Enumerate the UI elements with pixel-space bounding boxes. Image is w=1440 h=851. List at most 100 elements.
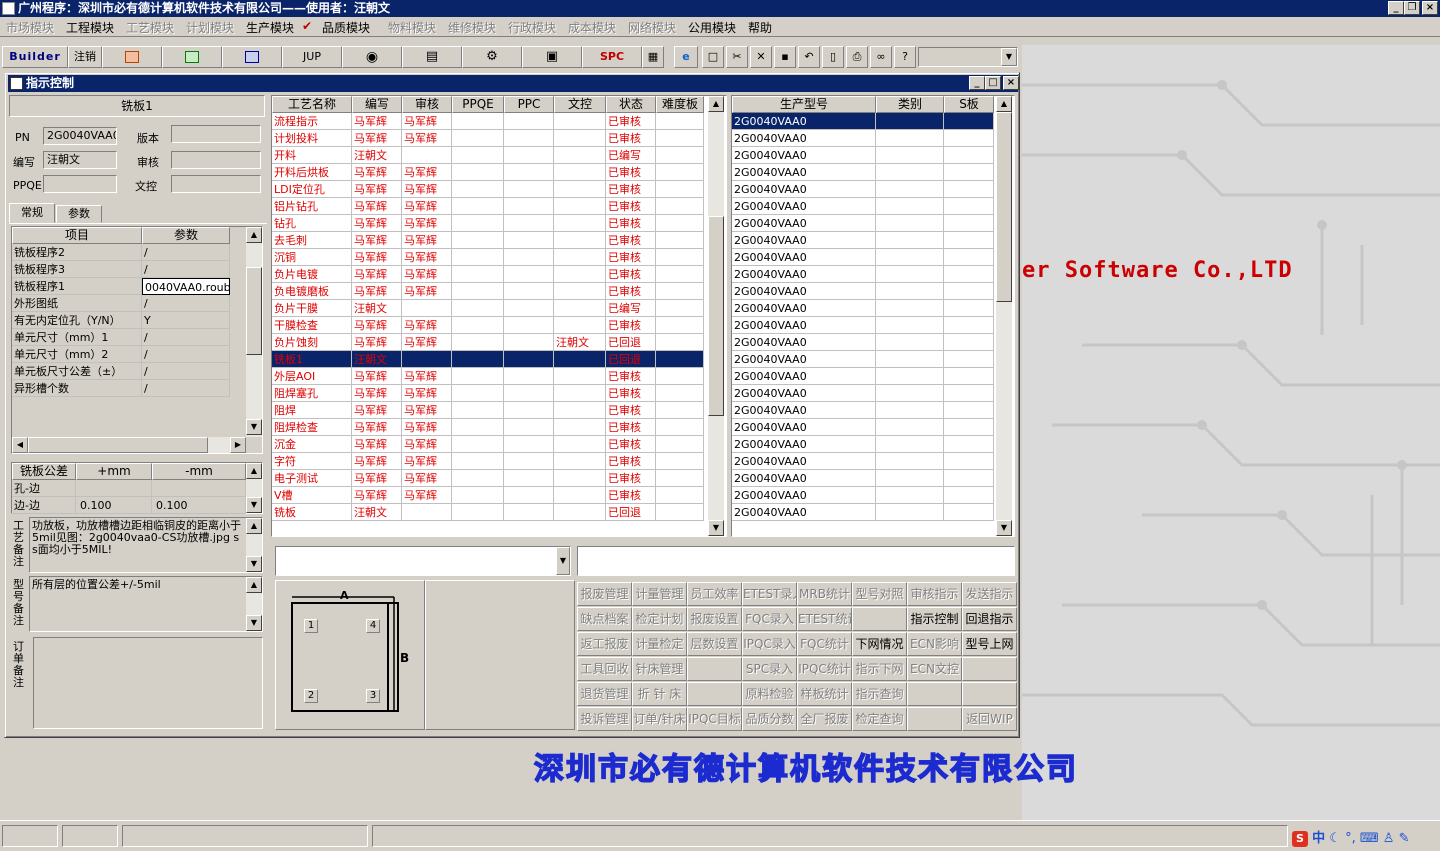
- ie-button[interactable]: e: [674, 46, 698, 68]
- builder-button[interactable]: Builder: [2, 46, 68, 68]
- print-button[interactable]: ⎙: [846, 46, 868, 68]
- model-row[interactable]: 2G0040VAA0: [732, 283, 994, 300]
- param-value[interactable]: /: [142, 346, 230, 363]
- model-note-scrollbar[interactable]: ▲ ▼: [246, 577, 262, 631]
- module-button[interactable]: 针床管理: [632, 657, 687, 681]
- menu-3[interactable]: 计划模块: [186, 19, 234, 36]
- module-button[interactable]: ETEST录入: [742, 582, 797, 606]
- keyboard-icon[interactable]: ⌨: [1360, 831, 1379, 846]
- param-row[interactable]: 铣板程序2/: [12, 244, 246, 261]
- pn-field[interactable]: 2G0040VAA0: [43, 127, 117, 145]
- menu-12[interactable]: 帮助: [748, 19, 772, 36]
- author-field[interactable]: 汪朝文: [43, 151, 117, 169]
- model-row[interactable]: 2G0040VAA0: [732, 487, 994, 504]
- scroll-down-icon[interactable]: ▼: [996, 520, 1012, 536]
- process-row[interactable]: V槽 马军辉 马军辉 已审核: [272, 487, 704, 504]
- minimize-button[interactable]: _: [1388, 1, 1404, 15]
- tolerance-row[interactable]: 孔-边: [12, 480, 246, 497]
- calculator-button[interactable]: ▦: [642, 46, 664, 68]
- ppqe-field[interactable]: [43, 175, 117, 193]
- model-row[interactable]: 2G0040VAA0: [732, 113, 994, 130]
- process-row[interactable]: 负片电镀 马军辉 马军辉 已审核: [272, 266, 704, 283]
- scroll-thumb[interactable]: [246, 267, 262, 355]
- process-combo[interactable]: ▼: [275, 546, 571, 576]
- param-row[interactable]: 铣板程序1 0040VAA0.roubk: [12, 278, 246, 295]
- param-value[interactable]: Y: [142, 312, 230, 329]
- param-row[interactable]: 铣板程序3/: [12, 261, 246, 278]
- menu-9[interactable]: 成本模块: [568, 19, 616, 36]
- menu-6[interactable]: 物料模块: [388, 19, 436, 36]
- tab-general[interactable]: 常规: [9, 203, 55, 223]
- model-row[interactable]: 2G0040VAA0: [732, 317, 994, 334]
- view-button[interactable]: ◉: [342, 46, 402, 68]
- model-row[interactable]: 2G0040VAA0: [732, 164, 994, 181]
- module-button[interactable]: 返工报废: [577, 632, 632, 656]
- excel-button[interactable]: [162, 46, 222, 68]
- process-row[interactable]: 开料 汪朝文 已编写: [272, 147, 704, 164]
- tolerance-row[interactable]: 边-边 0.100 0.100: [12, 497, 246, 514]
- model-row[interactable]: 2G0040VAA0: [732, 232, 994, 249]
- module-button[interactable]: 计量管理: [632, 582, 687, 606]
- doc-control-field[interactable]: [171, 175, 261, 193]
- logout-button[interactable]: 注销: [68, 46, 102, 68]
- module-button[interactable]: FQC统计: [797, 632, 852, 656]
- restore-button[interactable]: ❐: [1404, 1, 1420, 15]
- process-row[interactable]: 阻焊检查 马军辉 马军辉 已审核: [272, 419, 704, 436]
- module-button[interactable]: 发送指示: [962, 582, 1017, 606]
- param-value[interactable]: 0040VAA0.roubk: [142, 278, 230, 295]
- process-header-3[interactable]: PPQE: [452, 96, 504, 113]
- param-value[interactable]: /: [142, 295, 230, 312]
- module-button[interactable]: 计量检定: [632, 632, 687, 656]
- process-row[interactable]: 阻焊塞孔 马军辉 马军辉 已审核: [272, 385, 704, 402]
- help-button[interactable]: ?: [894, 46, 916, 68]
- scroll-right-icon[interactable]: ▶: [230, 437, 246, 453]
- order-note-field[interactable]: [33, 637, 263, 729]
- menu-11[interactable]: 公用模块: [688, 19, 736, 36]
- module-button[interactable]: IPQC目标: [687, 707, 742, 731]
- note-scrollbar[interactable]: ▲ ▼: [246, 518, 262, 572]
- module-button[interactable]: 样板统计: [797, 682, 852, 706]
- module-button[interactable]: 下网情况: [852, 632, 907, 656]
- window-maximize-button[interactable]: □: [985, 76, 1001, 90]
- model-row[interactable]: 2G0040VAA0: [732, 266, 994, 283]
- model-row[interactable]: 2G0040VAA0: [732, 402, 994, 419]
- menu-7[interactable]: 维修模块: [448, 19, 496, 36]
- model-note-field[interactable]: 所有层的位置公差+/-5mil ▲ ▼: [29, 576, 263, 632]
- process-header-4[interactable]: PPC: [504, 96, 554, 113]
- scroll-down-icon[interactable]: ▼: [246, 615, 262, 631]
- scroll-thumb[interactable]: [996, 112, 1012, 302]
- module-button[interactable]: ECN影响: [907, 632, 962, 656]
- module-button[interactable]: 缺点档案: [577, 607, 632, 631]
- scroll-down-icon[interactable]: ▼: [246, 556, 262, 572]
- module-button[interactable]: MRB统计: [797, 582, 852, 606]
- jup-button[interactable]: JUP: [282, 46, 342, 68]
- module-button[interactable]: 投诉管理: [577, 707, 632, 731]
- chevron-down-icon[interactable]: ▼: [556, 547, 570, 575]
- toolbar-dropdown[interactable]: ▼: [918, 47, 1018, 67]
- process-row[interactable]: 干膜检查 马军辉 马军辉 已审核: [272, 317, 704, 334]
- menu-0[interactable]: 市场模块: [6, 19, 54, 36]
- preview-button[interactable]: ▯: [822, 46, 844, 68]
- sogou-icon[interactable]: S: [1292, 831, 1308, 847]
- param-row[interactable]: 外形图纸 /: [12, 295, 246, 312]
- model-row[interactable]: 2G0040VAA0: [732, 504, 994, 521]
- param-value[interactable]: /: [142, 329, 230, 346]
- params-scrollbar[interactable]: ▲ ▼: [246, 227, 262, 437]
- scroll-down-icon[interactable]: ▼: [708, 520, 724, 536]
- module-button[interactable]: 型号上网: [962, 632, 1017, 656]
- scroll-up-icon[interactable]: ▲: [246, 577, 262, 593]
- module-button[interactable]: FQC录入: [742, 607, 797, 631]
- module-button[interactable]: 返回WIP: [962, 707, 1017, 731]
- param-row[interactable]: 单元尺寸（mm）2/: [12, 346, 246, 363]
- process-row[interactable]: 负片干膜 汪朝文 已编写: [272, 300, 704, 317]
- module-button[interactable]: 报废设置: [687, 607, 742, 631]
- module-button[interactable]: 品质分数: [742, 707, 797, 731]
- process-row[interactable]: 负片蚀刻 马军辉 马军辉 汪朝文 已回退: [272, 334, 704, 351]
- process-row[interactable]: 铣板1 汪朝文 已回退: [272, 351, 704, 368]
- scroll-thumb[interactable]: [708, 216, 724, 416]
- close-button[interactable]: ×: [1422, 1, 1438, 15]
- menu-2[interactable]: 工艺模块: [126, 19, 174, 36]
- hscroll-thumb[interactable]: [28, 437, 208, 453]
- find-button[interactable]: ∞: [870, 46, 892, 68]
- process-row[interactable]: 开料后烘板 马军辉 马军辉 已审核: [272, 164, 704, 181]
